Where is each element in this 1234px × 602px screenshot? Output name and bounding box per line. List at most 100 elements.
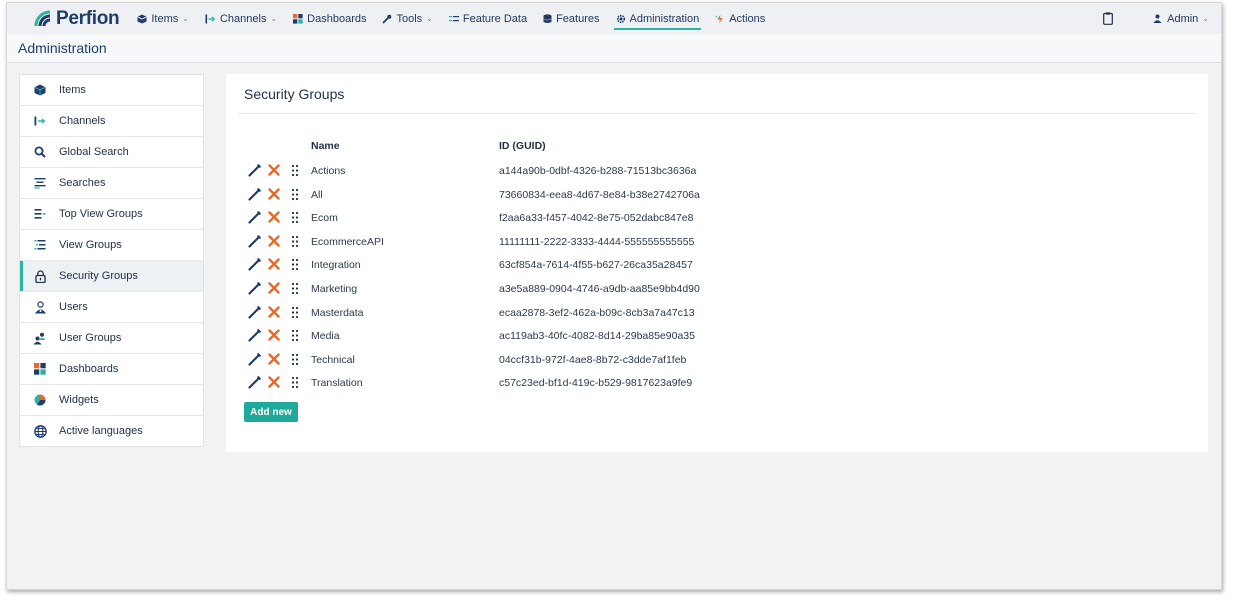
sidebar-item-top-view-groups[interactable]: Top View Groups xyxy=(20,199,203,230)
sidebar-item-channels[interactable]: Channels xyxy=(20,106,203,137)
drag-handle-icon[interactable] xyxy=(291,306,299,319)
nav-feature-data[interactable]: Feature Data xyxy=(448,3,528,34)
delete-x-icon[interactable] xyxy=(268,235,280,247)
nav-administration[interactable]: Administration xyxy=(613,3,701,34)
table-row: Media ac119ab3-40fc-4082-8d14-29ba85e90a3… xyxy=(244,327,944,347)
sidebar-item-searches[interactable]: Searches xyxy=(20,168,203,199)
user-icon xyxy=(1153,14,1162,23)
column-header-guid: ID (GUID) xyxy=(499,140,546,152)
sidebar-item-label: Channels xyxy=(59,115,106,127)
nav-dashboards[interactable]: Dashboards xyxy=(293,3,366,34)
drag-handle-icon[interactable] xyxy=(291,258,299,271)
nav-actions[interactable]: Actions xyxy=(715,3,765,34)
lock-icon xyxy=(32,268,48,284)
topbar-right: Admin ⌄ xyxy=(1103,3,1221,34)
sidebar-item-label: Items xyxy=(59,84,86,96)
delete-x-icon[interactable] xyxy=(268,258,280,271)
pencil-edit-icon[interactable] xyxy=(248,187,261,201)
delete-x-icon[interactable] xyxy=(268,282,280,294)
perfion-logo-icon xyxy=(34,10,51,26)
user-menu-label: Admin xyxy=(1167,12,1199,25)
drag-handle-icon[interactable] xyxy=(291,211,299,224)
drag-handle-icon[interactable] xyxy=(291,376,299,389)
pencil-edit-icon[interactable] xyxy=(248,305,261,319)
pencil-edit-icon[interactable] xyxy=(248,258,261,271)
searches-list-icon xyxy=(32,175,48,191)
nav-tools[interactable]: Tools ⌄ xyxy=(382,3,433,34)
delete-x-icon[interactable] xyxy=(268,187,280,200)
sidebar-item-label: Widgets xyxy=(59,394,99,406)
pencil-edit-icon[interactable] xyxy=(248,164,261,177)
group-guid: 04ccf31b-972f-4ae8-8b72-c3dde7af1feb xyxy=(499,353,687,366)
table-row: Ecom f2aa6a33-f457-4042-8e75-052dabc847e8 xyxy=(244,209,944,229)
column-header-name: Name xyxy=(311,140,340,152)
group-guid: c57c23ed-bf1d-419c-b529-9817623a9fe9 xyxy=(499,377,693,390)
delete-x-icon[interactable] xyxy=(268,211,280,223)
group-guid: ac119ab3-40fc-4082-8d14-29ba85e90a35 xyxy=(499,330,695,343)
sidebar-item-label: Users xyxy=(59,301,88,313)
drag-handle-icon[interactable] xyxy=(291,235,299,248)
drag-handle-icon[interactable] xyxy=(291,353,299,366)
sidebar-item-label: Global Search xyxy=(59,146,129,158)
sidebar-item-user-groups[interactable]: User Groups xyxy=(20,323,203,354)
table-row: Translation c57c23ed-bf1d-419c-b529-98176… xyxy=(244,374,944,394)
drag-handle-icon[interactable] xyxy=(291,282,299,295)
sidebar-item-items[interactable]: Items xyxy=(20,75,203,106)
pencil-edit-icon[interactable] xyxy=(248,329,261,342)
clipboard-icon[interactable] xyxy=(1103,12,1114,25)
cube-icon xyxy=(137,14,147,24)
nav-tools-label: Tools xyxy=(396,12,423,25)
sidebar-item-active-languages[interactable]: Active languages xyxy=(20,416,203,446)
globe-icon xyxy=(32,423,48,439)
group-name: EcommerceAPI xyxy=(311,235,384,248)
admin-sidebar: Items Channels Global Search Searches To… xyxy=(19,74,204,447)
delete-x-icon[interactable] xyxy=(268,164,280,176)
add-new-button[interactable]: Add new xyxy=(244,402,298,422)
pencil-edit-icon[interactable] xyxy=(248,376,261,389)
perfion-logo[interactable]: Perfion xyxy=(33,7,120,30)
group-guid: 11111111-2222-3333-4444-555555555555 xyxy=(499,235,695,248)
delete-x-icon[interactable] xyxy=(268,376,280,389)
drag-handle-icon[interactable] xyxy=(291,329,299,342)
pencil-edit-icon[interactable] xyxy=(248,352,261,366)
database-icon xyxy=(543,13,552,24)
pencil-edit-icon[interactable] xyxy=(248,282,261,295)
chevron-down-icon: ⌄ xyxy=(182,14,189,23)
nav-channels-label: Channels xyxy=(219,12,267,25)
sidebar-item-dashboards[interactable]: Dashboards xyxy=(20,354,203,385)
pencil-edit-icon[interactable] xyxy=(248,211,261,224)
users-icon xyxy=(32,299,48,315)
user-menu[interactable]: Admin ⌄ xyxy=(1153,13,1209,25)
group-guid: a144a90b-0dbf-4326-b288-71513bc3636a xyxy=(499,165,697,177)
sidebar-item-view-groups[interactable]: View Groups xyxy=(20,230,203,261)
group-name: Media xyxy=(311,330,340,343)
sidebar-item-security-groups[interactable]: Security Groups xyxy=(20,261,203,292)
sidebar-item-label: Security Groups xyxy=(59,270,138,282)
channel-arrow-icon xyxy=(205,14,216,24)
pencil-edit-icon[interactable] xyxy=(248,234,261,248)
delete-x-icon[interactable] xyxy=(268,329,280,341)
sidebar-item-label: View Groups xyxy=(59,239,122,251)
sidebar-item-users[interactable]: Users xyxy=(20,292,203,323)
nav-channels[interactable]: Channels ⌄ xyxy=(205,3,277,34)
delete-x-icon[interactable] xyxy=(268,353,280,365)
brand-name: Perfion xyxy=(56,7,120,29)
drag-handle-icon[interactable] xyxy=(291,164,299,177)
nav-feature-data-label: Feature Data xyxy=(462,12,528,25)
wrench-icon xyxy=(382,14,392,24)
group-name: Ecom xyxy=(311,212,338,225)
main-nav: Items ⌄ Channels ⌄ Dashboards Tools ⌄ Fe… xyxy=(137,3,781,34)
chevron-down-icon: ⌄ xyxy=(426,14,433,23)
table-row: Integration 63cf854a-7614-4f55-b627-26ca3… xyxy=(244,256,944,276)
nav-items-label: Items xyxy=(151,12,179,25)
dashboard-grid-icon xyxy=(32,361,48,377)
nav-features[interactable]: Features xyxy=(543,3,600,34)
cube-icon xyxy=(32,82,48,98)
nav-items[interactable]: Items ⌄ xyxy=(137,3,189,34)
sidebar-item-global-search[interactable]: Global Search xyxy=(20,137,203,168)
sidebar-item-widgets[interactable]: Widgets xyxy=(20,385,203,416)
divider xyxy=(238,113,1196,114)
drag-handle-icon[interactable] xyxy=(291,188,299,201)
delete-x-icon[interactable] xyxy=(268,305,280,318)
panel-title: Security Groups xyxy=(244,86,345,102)
